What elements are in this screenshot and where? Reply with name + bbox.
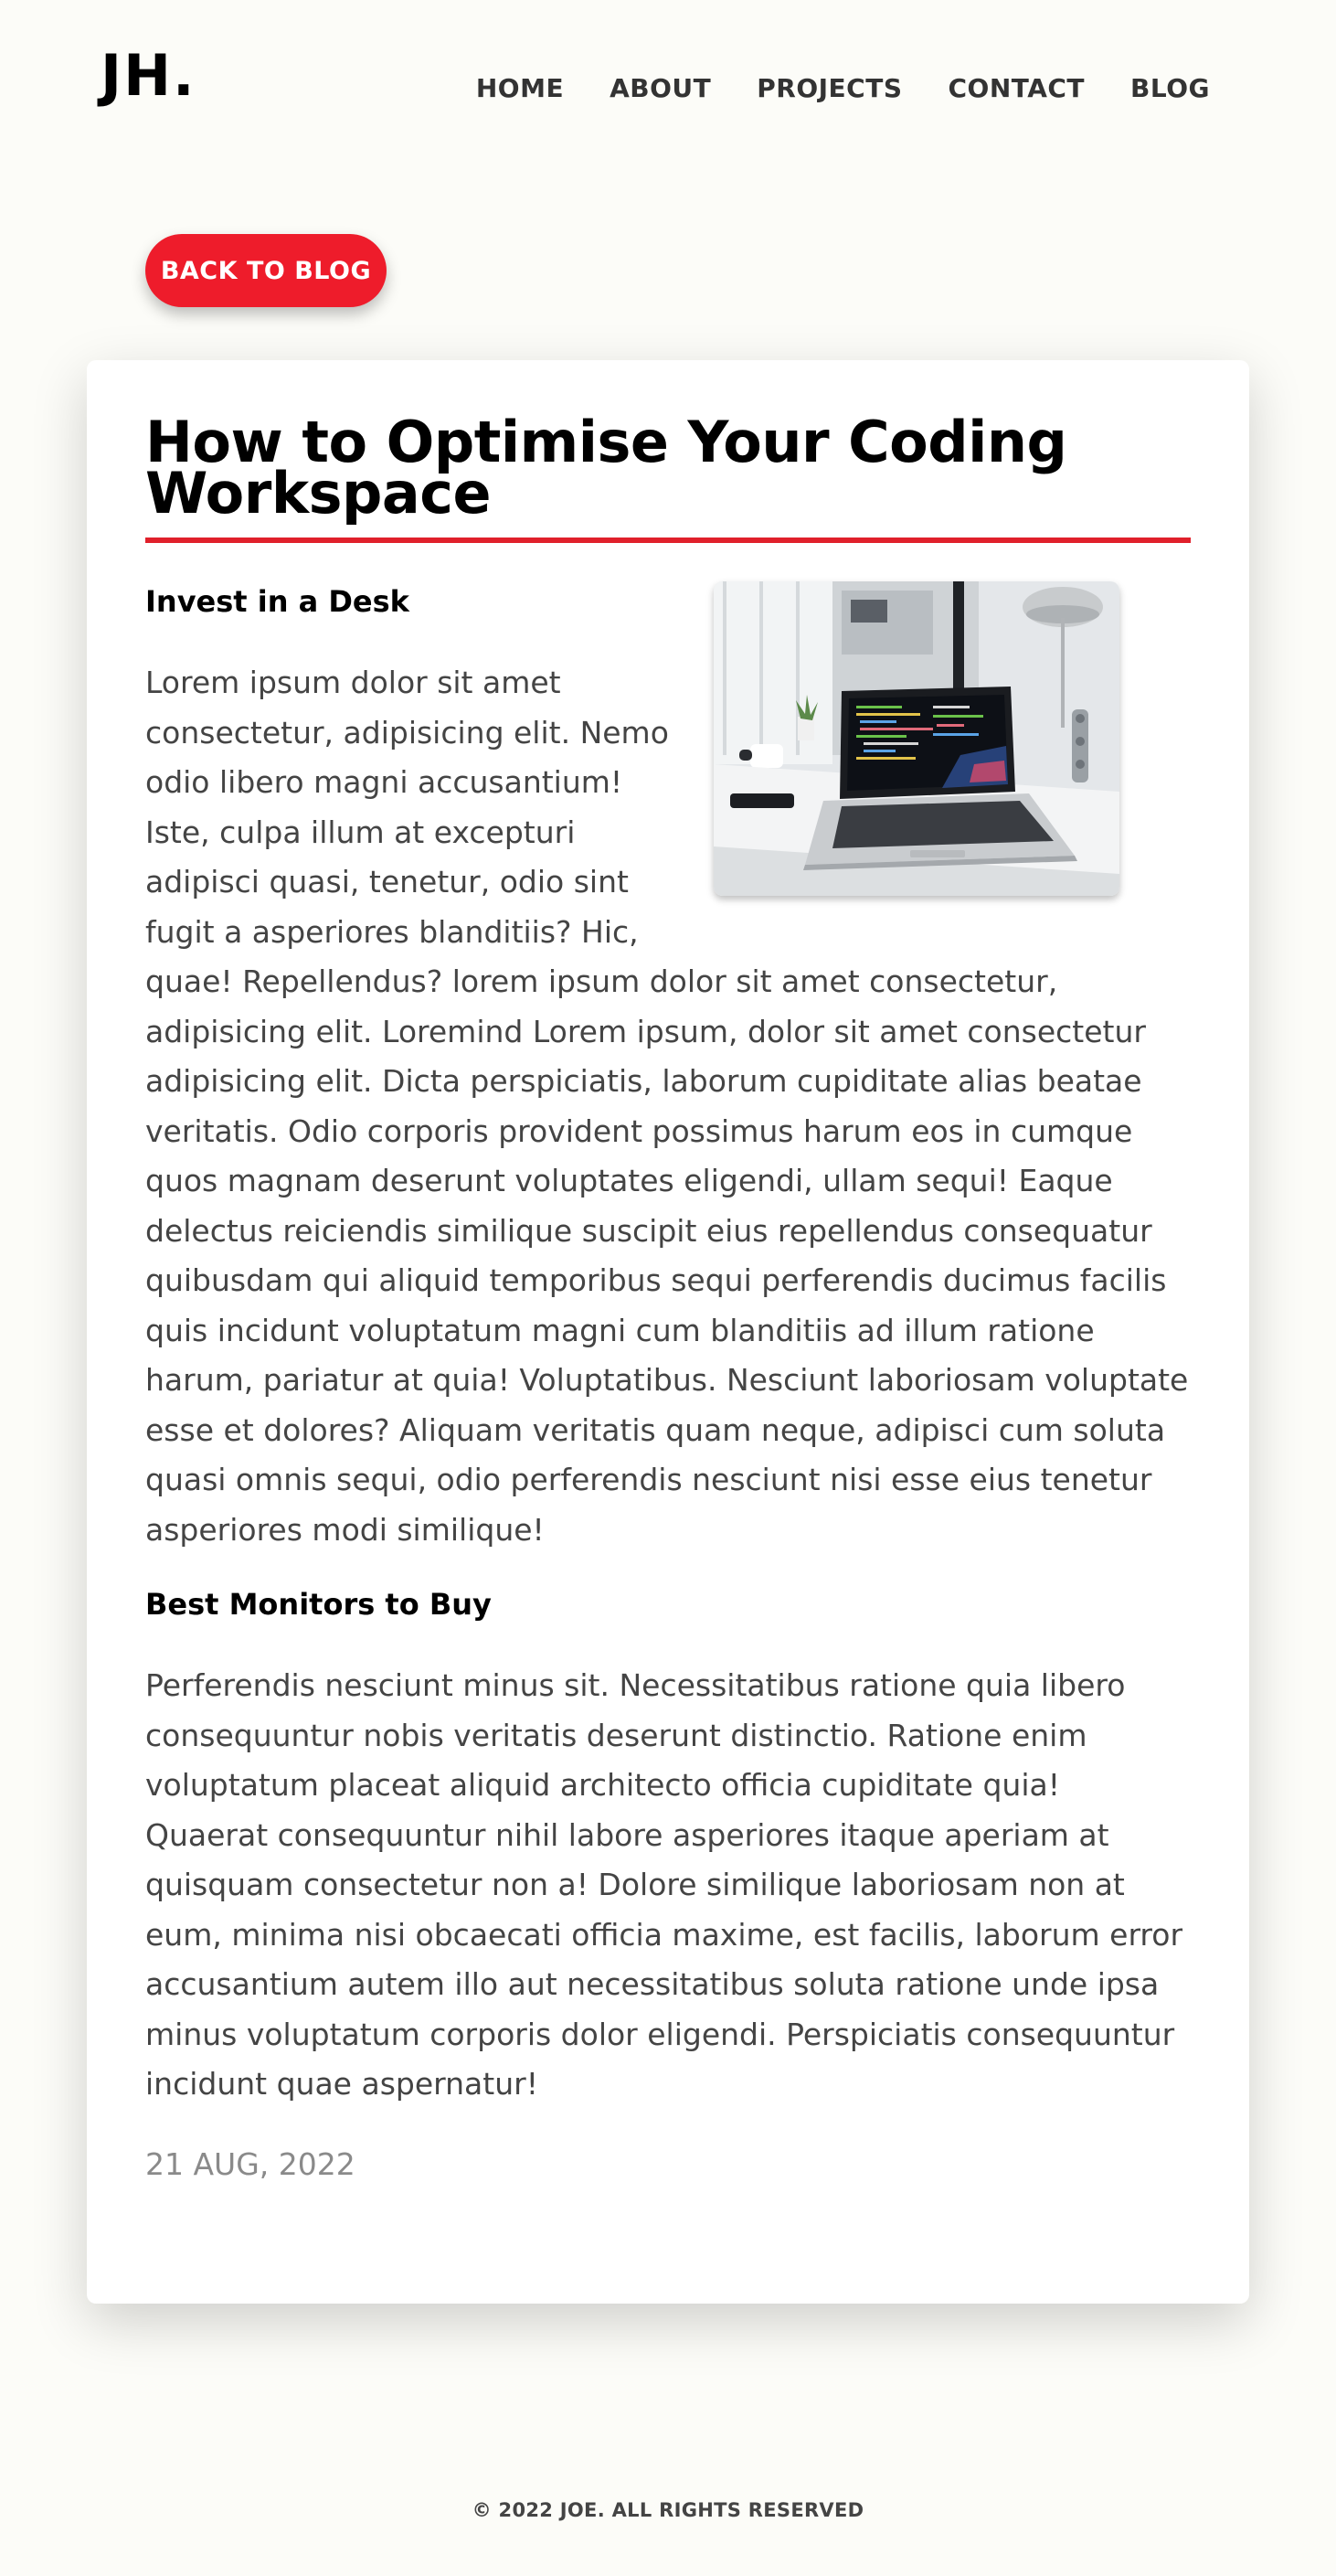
article-content: Invest in a Desk Lorem ipsum dolor sit a… bbox=[145, 581, 1191, 2185]
section-heading-monitors: Best Monitors to Buy bbox=[145, 1587, 492, 1622]
page: JH. HOME ABOUT PROJECTS CONTACT BLOG BAC… bbox=[0, 0, 1336, 2576]
main-nav: HOME ABOUT PROJECTS CONTACT BLOG bbox=[476, 73, 1210, 103]
site-logo[interactable]: JH. bbox=[101, 48, 196, 104]
nav-contact[interactable]: CONTACT bbox=[948, 73, 1085, 103]
laptop-workspace-image bbox=[714, 581, 1119, 896]
site-header: JH. HOME ABOUT PROJECTS CONTACT BLOG bbox=[0, 0, 1336, 174]
nav-blog[interactable]: BLOG bbox=[1130, 73, 1210, 103]
nav-about[interactable]: ABOUT bbox=[610, 73, 711, 103]
section-body-monitors: Perferendis nesciunt minus sit. Necessit… bbox=[145, 1667, 1183, 2102]
nav-home[interactable]: HOME bbox=[476, 73, 564, 103]
article-inner: How to Optimise Your Coding Workspace In… bbox=[145, 414, 1191, 2185]
article-date: 21 AUG, 2022 bbox=[145, 2145, 355, 2182]
back-to-blog-button[interactable]: BACK TO BLOG bbox=[145, 234, 387, 307]
article-title: How to Optimise Your Coding Workspace bbox=[145, 414, 1191, 543]
article-card: How to Optimise Your Coding Workspace In… bbox=[87, 360, 1249, 2304]
site-footer: © 2022 JOE. ALL RIGHTS RESERVED bbox=[472, 2499, 864, 2521]
section-monitors: Best Monitors to Buy Perferendis nesciun… bbox=[145, 1584, 1191, 2110]
nav-projects[interactable]: PROJECTS bbox=[757, 73, 902, 103]
